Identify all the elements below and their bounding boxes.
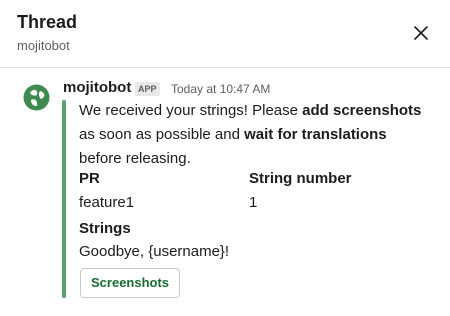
screenshots-button[interactable]: Screenshots bbox=[80, 268, 181, 298]
text-bold-part: wait for translations bbox=[244, 126, 387, 143]
message-timestamp[interactable]: Today at 10:47 AM bbox=[171, 82, 270, 96]
attachment-accent-bar bbox=[62, 100, 66, 298]
message-author[interactable]: mojitobot bbox=[63, 79, 131, 96]
app-badge: APP bbox=[135, 82, 160, 96]
field-label-pr: PR bbox=[79, 170, 100, 187]
attachment-line-2: as soon as possible and wait for transla… bbox=[79, 123, 439, 147]
thread-subtitle: mojitobot bbox=[17, 38, 70, 53]
close-button[interactable] bbox=[408, 20, 434, 46]
message: mojitobot APP Today at 10:47 AM We recei… bbox=[0, 69, 450, 316]
text-part: as soon as possible and bbox=[79, 126, 245, 143]
avatar[interactable] bbox=[23, 84, 50, 111]
thread-title: Thread bbox=[17, 12, 78, 32]
text-bold-part: add screenshots bbox=[302, 102, 422, 119]
field-value-strings: Goodbye, {username}! bbox=[79, 243, 230, 260]
field-value-pr: feature1 bbox=[79, 194, 135, 211]
field-label-strings: Strings bbox=[79, 220, 131, 237]
close-icon bbox=[414, 26, 428, 40]
mojitobot-logo-icon bbox=[23, 84, 50, 111]
field-value-string-number: 1 bbox=[249, 194, 258, 211]
attachment-line-1: We received your strings! Please add scr… bbox=[79, 99, 439, 123]
field-label-string-number: String number bbox=[249, 170, 352, 187]
thread-header: Thread mojitobot bbox=[0, 0, 450, 68]
attachment-text: We received your strings! Please add scr… bbox=[79, 99, 439, 171]
text-part: We received your strings! Please bbox=[79, 102, 303, 119]
